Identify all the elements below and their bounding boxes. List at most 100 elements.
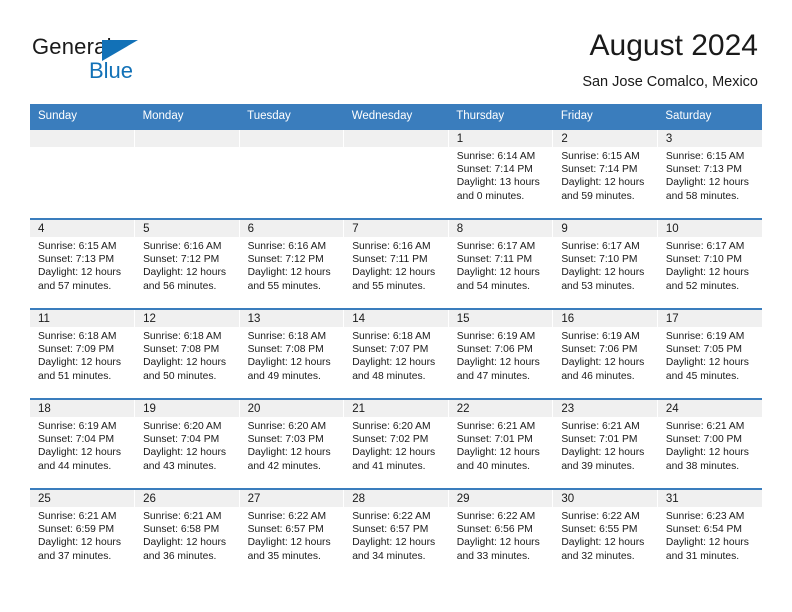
daylight-text: Daylight: 12 hours and 52 minutes. — [665, 267, 749, 292]
calendar-day-cell[interactable]: 1 Sunrise: 6:14 AM Sunset: 7:14 PM Daylight… — [448, 128, 554, 219]
daylight-text: Daylight: 12 hours and 33 minutes. — [456, 537, 540, 562]
calendar-day-cell[interactable]: 24 Sunrise: 6:21 AM Sunset: 7:00 PM Dayligh… — [657, 398, 762, 489]
weekday-header-friday: Friday — [552, 104, 658, 129]
daylight-text: Daylight: 12 hours and 35 minutes. — [247, 537, 331, 562]
sunrise-text: Sunrise: 6:23 AM — [665, 511, 745, 522]
sunset-text: Sunset: 7:03 PM — [247, 434, 324, 446]
calendar-day-cell[interactable]: 29 Sunrise: 6:22 AM Sunset: 6:56 PM Dayligh… — [448, 488, 554, 579]
daylight-text: Daylight: 12 hours and 43 minutes. — [143, 447, 227, 472]
calendar-week-row: 25 Sunrise: 6:21 AM Sunset: 6:59 PM Dayligh… — [30, 488, 762, 579]
day-details: Sunrise: 6:14 AM Sunset: 7:14 PM Daylight:… — [449, 147, 553, 203]
daylight-text: Daylight: 12 hours and 59 minutes. — [561, 177, 645, 202]
calendar-day-cell[interactable]: 18 Sunrise: 6:19 AM Sunset: 7:04 PM Dayligh… — [30, 398, 136, 489]
calendar-day-cell[interactable]: 27 Sunrise: 6:22 AM Sunset: 6:57 PM Dayligh… — [239, 488, 345, 579]
page-title: August 2024 — [589, 29, 758, 62]
daylight-text: Daylight: 12 hours and 50 minutes. — [143, 357, 227, 382]
calendar-day-cell[interactable]: 11 Sunrise: 6:18 AM Sunset: 7:09 PM Dayligh… — [30, 308, 136, 399]
calendar-day-cell[interactable]: 26 Sunrise: 6:21 AM Sunset: 6:58 PM Dayligh… — [134, 488, 240, 579]
day-details: Sunrise: 6:23 AM Sunset: 6:54 PM Daylight:… — [658, 507, 762, 563]
sunrise-text: Sunrise: 6:16 AM — [143, 241, 222, 252]
sunset-text: Sunset: 7:12 PM — [247, 254, 324, 266]
day-details: Sunrise: 6:22 AM Sunset: 6:57 PM Daylight:… — [240, 507, 344, 563]
sunrise-text: Sunrise: 6:15 AM — [38, 241, 117, 252]
calendar-day-cell[interactable]: 9 Sunrise: 6:17 AM Sunset: 7:10 PM Daylight… — [552, 218, 658, 309]
day-number: 19 — [135, 400, 239, 417]
weekday-header-wednesday: Wednesday — [343, 104, 449, 129]
sunset-text: Sunset: 7:11 PM — [456, 254, 533, 266]
sunrise-text: Sunrise: 6:20 AM — [247, 421, 327, 432]
day-number: 9 — [553, 220, 657, 237]
sunset-text: Sunset: 7:08 PM — [247, 344, 324, 356]
calendar-day-cell[interactable]: 25 Sunrise: 6:21 AM Sunset: 6:59 PM Dayligh… — [30, 488, 136, 579]
day-details: Sunrise: 6:18 AM Sunset: 7:07 PM Daylight:… — [344, 327, 448, 383]
calendar-day-cell[interactable]: 14 Sunrise: 6:18 AM Sunset: 7:07 PM Dayligh… — [343, 308, 449, 399]
sunset-text: Sunset: 7:09 PM — [38, 344, 115, 356]
calendar-day-cell[interactable]: 10 Sunrise: 6:17 AM Sunset: 7:10 PM Dayligh… — [657, 218, 762, 309]
daylight-text: Daylight: 12 hours and 53 minutes. — [561, 267, 645, 292]
day-details: Sunrise: 6:19 AM Sunset: 7:04 PM Daylight:… — [30, 417, 134, 473]
sunset-text: Sunset: 7:11 PM — [352, 254, 428, 266]
general-blue-logo[interactable]: General Blue — [32, 34, 202, 86]
day-details: Sunrise: 6:18 AM Sunset: 7:08 PM Daylight:… — [135, 327, 239, 383]
sunset-text: Sunset: 7:01 PM — [561, 434, 638, 446]
daylight-text: Daylight: 12 hours and 42 minutes. — [247, 447, 331, 472]
weekday-header-saturday: Saturday — [657, 104, 762, 129]
sunset-text: Sunset: 7:04 PM — [38, 434, 115, 446]
day-number: 12 — [135, 310, 239, 327]
sunrise-text: Sunrise: 6:15 AM — [561, 151, 640, 162]
calendar-day-cell[interactable]: 7 Sunrise: 6:16 AM Sunset: 7:11 PM Daylight… — [343, 218, 449, 309]
day-details: Sunrise: 6:22 AM Sunset: 6:55 PM Daylight:… — [553, 507, 657, 563]
calendar-week-row: 11 Sunrise: 6:18 AM Sunset: 7:09 PM Dayligh… — [30, 308, 762, 399]
day-number: 28 — [344, 490, 448, 507]
sunset-text: Sunset: 7:01 PM — [456, 434, 533, 446]
sunrise-text: Sunrise: 6:18 AM — [247, 331, 327, 342]
calendar-day-cell[interactable]: 3 Sunrise: 6:15 AM Sunset: 7:13 PM Daylight… — [657, 128, 762, 219]
calendar-day-cell[interactable]: 28 Sunrise: 6:22 AM Sunset: 6:57 PM Dayligh… — [343, 488, 449, 579]
day-number: 4 — [30, 220, 135, 237]
daylight-text: Daylight: 12 hours and 46 minutes. — [561, 357, 645, 382]
day-details: Sunrise: 6:22 AM Sunset: 6:57 PM Daylight:… — [344, 507, 448, 563]
sunrise-text: Sunrise: 6:17 AM — [665, 241, 745, 252]
calendar-day-cell[interactable]: 21 Sunrise: 6:20 AM Sunset: 7:02 PM Dayligh… — [343, 398, 449, 489]
calendar-cell-empty — [239, 128, 345, 219]
day-number: 6 — [239, 220, 344, 237]
sunrise-text: Sunrise: 6:18 AM — [143, 331, 222, 342]
daylight-text: Daylight: 12 hours and 38 minutes. — [665, 447, 749, 472]
daylight-text: Daylight: 12 hours and 44 minutes. — [38, 447, 121, 472]
calendar-day-cell[interactable]: 8 Sunrise: 6:17 AM Sunset: 7:11 PM Daylight… — [448, 218, 554, 309]
calendar-day-cell[interactable]: 2 Sunrise: 6:15 AM Sunset: 7:14 PM Daylight… — [552, 128, 658, 219]
sunrise-text: Sunrise: 6:16 AM — [247, 241, 327, 252]
calendar-day-cell[interactable]: 22 Sunrise: 6:21 AM Sunset: 7:01 PM Dayligh… — [448, 398, 554, 489]
calendar-day-cell[interactable]: 6 Sunrise: 6:16 AM Sunset: 7:12 PM Daylight… — [239, 218, 345, 309]
calendar-day-cell[interactable]: 4 Sunrise: 6:15 AM Sunset: 7:13 PM Daylight… — [30, 218, 136, 309]
daylight-text: Daylight: 12 hours and 34 minutes. — [352, 537, 436, 562]
sunset-text: Sunset: 6:54 PM — [665, 524, 743, 536]
calendar-week-row: 1 Sunrise: 6:14 AM Sunset: 7:14 PM Daylight… — [30, 128, 762, 219]
day-number: 16 — [553, 310, 657, 327]
sunrise-text: Sunrise: 6:14 AM — [456, 151, 536, 162]
sunrise-text: Sunrise: 6:20 AM — [143, 421, 222, 432]
calendar-day-cell[interactable]: 13 Sunrise: 6:18 AM Sunset: 7:08 PM Dayligh… — [239, 308, 345, 399]
sunrise-text: Sunrise: 6:16 AM — [352, 241, 431, 252]
sunrise-text: Sunrise: 6:17 AM — [456, 241, 536, 252]
daylight-text: Daylight: 12 hours and 41 minutes. — [352, 447, 436, 472]
day-details: Sunrise: 6:19 AM Sunset: 7:06 PM Daylight:… — [449, 327, 553, 383]
calendar-day-cell[interactable]: 12 Sunrise: 6:18 AM Sunset: 7:08 PM Dayligh… — [134, 308, 240, 399]
calendar-day-cell[interactable]: 30 Sunrise: 6:22 AM Sunset: 6:55 PM Dayligh… — [552, 488, 658, 579]
daylight-text: Daylight: 12 hours and 51 minutes. — [38, 357, 121, 382]
sunrise-text: Sunrise: 6:19 AM — [561, 331, 640, 342]
calendar-day-cell[interactable]: 19 Sunrise: 6:20 AM Sunset: 7:04 PM Dayligh… — [134, 398, 240, 489]
calendar-day-cell[interactable]: 15 Sunrise: 6:19 AM Sunset: 7:06 PM Dayligh… — [448, 308, 554, 399]
sunset-text: Sunset: 6:57 PM — [247, 524, 324, 536]
day-number: 17 — [657, 310, 762, 327]
sunset-text: Sunset: 7:13 PM — [38, 254, 115, 266]
calendar-day-cell[interactable]: 17 Sunrise: 6:19 AM Sunset: 7:05 PM Dayligh… — [657, 308, 762, 399]
calendar-day-cell[interactable]: 20 Sunrise: 6:20 AM Sunset: 7:03 PM Dayligh… — [239, 398, 345, 489]
calendar-day-cell[interactable]: 16 Sunrise: 6:19 AM Sunset: 7:06 PM Dayligh… — [552, 308, 658, 399]
sunrise-text: Sunrise: 6:15 AM — [665, 151, 745, 162]
day-number — [239, 130, 344, 147]
calendar-day-cell[interactable]: 31 Sunrise: 6:23 AM Sunset: 6:54 PM Dayligh… — [657, 488, 762, 579]
calendar-day-cell[interactable]: 23 Sunrise: 6:21 AM Sunset: 7:01 PM Dayligh… — [552, 398, 658, 489]
calendar-day-cell[interactable]: 5 Sunrise: 6:16 AM Sunset: 7:12 PM Daylight… — [134, 218, 240, 309]
day-number: 5 — [135, 220, 239, 237]
